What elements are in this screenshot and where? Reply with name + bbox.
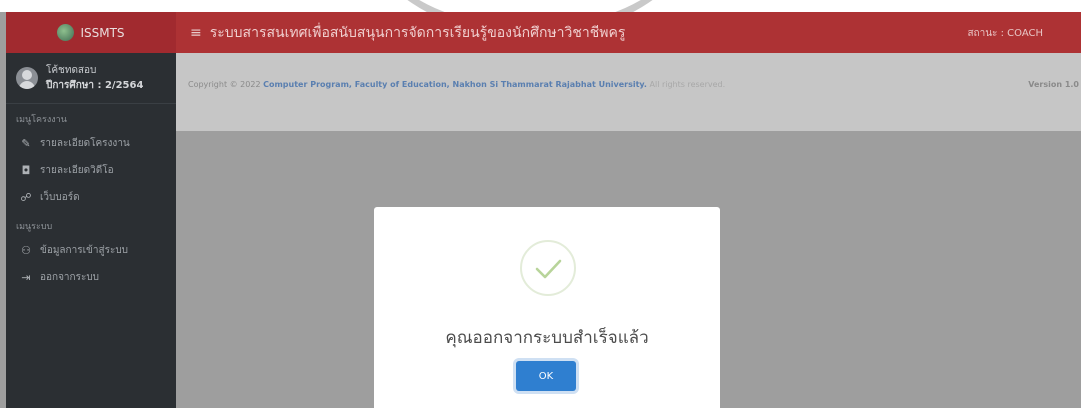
sitemap-icon: ☍ — [20, 191, 32, 204]
user-name: โค้ชทดสอบ — [46, 65, 97, 76]
sidebar: ISSMTS โค้ชทดสอบ ปีการศึกษา : 2/2564 เมน… — [6, 12, 176, 408]
edit-icon: ✎ — [21, 137, 31, 150]
school-logo-icon — [57, 24, 75, 41]
sidebar-item-label: รายละเอียดวิดีโอ — [40, 165, 114, 176]
brand-bar[interactable]: ISSMTS — [6, 12, 176, 53]
sidebar-item-label: ข้อมูลการเข้าสู่ระบบ — [40, 245, 129, 256]
success-check-icon — [520, 240, 576, 296]
dialog-message: คุณออกจากระบบสำเร็จแล้ว — [445, 328, 649, 348]
user-role-status: สถานะ : COACH — [967, 28, 1043, 39]
section-label-project-menu: เมนูโครงงาน — [16, 115, 67, 125]
avatar — [16, 67, 38, 89]
section-label-system-menu: เมนูระบบ — [16, 222, 53, 232]
user-panel: โค้ชทดสอบ ปีการศึกษา : 2/2564 — [6, 53, 176, 104]
copyright-prefix: Copyright © 2022 — [188, 80, 261, 89]
hamburger-menu-icon[interactable]: ≡ — [190, 25, 202, 41]
sidebar-item-project-details[interactable]: ✎ รายละเอียดโครงงาน — [6, 130, 176, 157]
app-title: ระบบสารสนเทศเพื่อสนับสนุนการจัดการเรียนร… — [209, 24, 626, 41]
version-label: Version 1.0 — [1028, 80, 1079, 89]
sidebar-item-login-info[interactable]: ⚇ ข้อมูลการเข้าสู่ระบบ — [6, 237, 176, 264]
topbar: ≡ ระบบสารสนเทศเพื่อสนับสนุนการจัดการเรีย… — [176, 12, 1081, 53]
user-info: โค้ชทดสอบ ปีการศึกษา : 2/2564 — [46, 63, 143, 93]
logout-success-dialog: คุณออกจากระบบสำเร็จแล้ว OK — [374, 207, 720, 408]
rights-reserved: All rights reserved. — [649, 80, 726, 89]
ok-button[interactable]: OK — [516, 361, 576, 391]
sidebar-item-label: รายละเอียดโครงงาน — [40, 138, 130, 149]
academic-year: ปีการศึกษา : 2/2564 — [46, 80, 144, 91]
copyright-link[interactable]: Computer Program, Faculty of Education, … — [263, 80, 647, 89]
page-footer: Copyright © 2022 Computer Program, Facul… — [176, 53, 1081, 131]
sidebar-item-logout[interactable]: ⇥ ออกจากระบบ — [6, 264, 176, 291]
sidebar-item-video-details[interactable]: ◘ รายละเอียดวิดีโอ — [6, 157, 176, 184]
brand-name: ISSMTS — [80, 25, 125, 40]
sidebar-item-label: ออกจากระบบ — [40, 272, 100, 283]
sidebar-item-label: เว็บบอร์ด — [40, 192, 80, 203]
camera-icon: ◘ — [21, 164, 31, 177]
sidebar-item-webboard[interactable]: ☍ เว็บบอร์ด — [6, 184, 176, 211]
sign-out-icon: ⇥ — [21, 271, 31, 284]
copyright-text: Copyright © 2022 Computer Program, Facul… — [188, 80, 725, 89]
user-plus-icon: ⚇ — [21, 244, 31, 257]
